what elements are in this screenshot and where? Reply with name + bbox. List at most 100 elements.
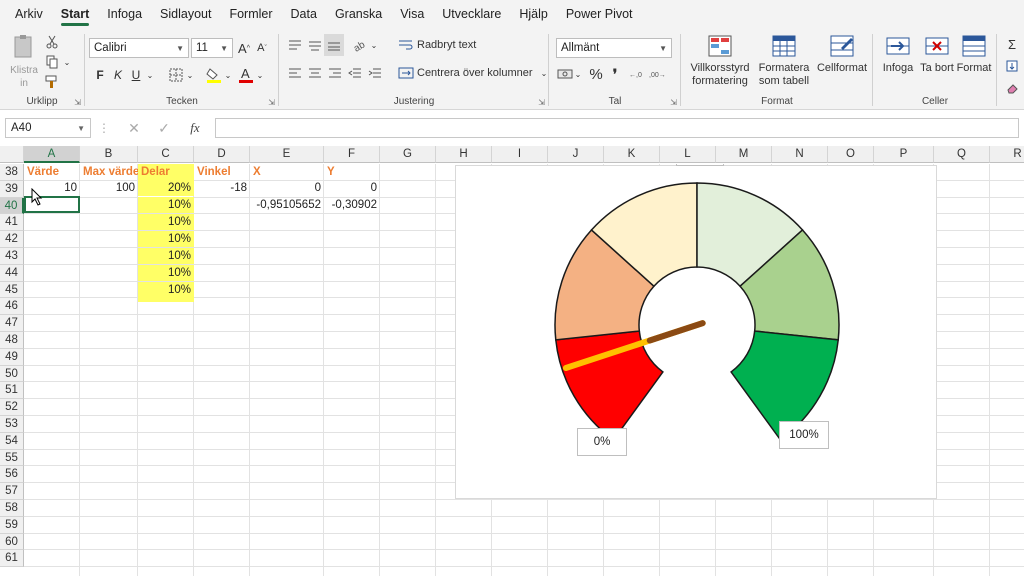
increase-indent-icon[interactable] — [366, 64, 384, 82]
currency-icon[interactable] — [556, 65, 574, 83]
gauge-min-label[interactable]: 0% — [577, 428, 627, 456]
cell-e39[interactable]: 0 — [250, 180, 324, 196]
menu-formler[interactable]: Formler — [220, 0, 281, 28]
format-as-table-button[interactable]: Formatera som tabell — [754, 34, 814, 88]
row-header-59[interactable]: 59 — [0, 516, 24, 534]
align-bottom-icon[interactable] — [324, 34, 344, 56]
name-box[interactable]: A40 ▼ — [5, 118, 91, 138]
column-header-l[interactable]: L — [660, 146, 716, 163]
column-header-c[interactable]: C — [138, 146, 194, 163]
row-header-54[interactable]: 54 — [0, 432, 24, 450]
gauge-segment[interactable] — [554, 330, 664, 441]
column-header-m[interactable]: M — [716, 146, 772, 163]
row-header-58[interactable]: 58 — [0, 500, 24, 517]
cell-e38[interactable]: X — [250, 164, 324, 180]
row-header-56[interactable]: 56 — [0, 466, 24, 484]
menu-visa[interactable]: Visa — [391, 0, 433, 28]
alignment-launcher-icon[interactable]: ⇲ — [538, 98, 545, 107]
menu-utvecklare[interactable]: Utvecklare — [433, 0, 510, 28]
row-header-48[interactable]: 48 — [0, 332, 24, 349]
borders-dropdown-icon[interactable]: ⌄ — [186, 65, 194, 85]
cell-f40[interactable]: -0,30902 — [324, 197, 380, 213]
comma-button[interactable]: ❜ — [608, 64, 622, 84]
menu-granska[interactable]: Granska — [326, 0, 391, 28]
row-header-43[interactable]: 43 — [0, 248, 24, 265]
cell-c43[interactable]: 10% — [138, 248, 194, 264]
chart-handle[interactable] — [676, 164, 724, 166]
column-header-k[interactable]: K — [604, 146, 660, 163]
cell-a38[interactable]: Värde — [24, 164, 80, 180]
gauge-chart[interactable]: 0% 100% — [455, 164, 937, 499]
paste-button[interactable]: Klistra in — [6, 34, 42, 90]
row-header-61[interactable]: 61 — [0, 550, 24, 568]
decrease-font-icon[interactable]: Aˇ — [254, 38, 270, 58]
cell-c40[interactable]: 10% — [138, 197, 194, 213]
fill-icon[interactable] — [1004, 58, 1020, 74]
increase-font-icon[interactable]: A ^ — [236, 38, 252, 58]
column-header-j[interactable]: J — [548, 146, 604, 163]
align-top-icon[interactable] — [286, 36, 304, 54]
cell-f39[interactable]: 0 — [324, 180, 380, 196]
underline-dropdown-icon[interactable]: ⌄ — [146, 65, 154, 85]
row-header-40[interactable]: 40 — [0, 197, 24, 215]
column-header-d[interactable]: D — [194, 146, 250, 163]
row-header-44[interactable]: 44 — [0, 264, 24, 282]
row-header-60[interactable]: 60 — [0, 533, 24, 551]
row-header-55[interactable]: 55 — [0, 449, 24, 467]
cell-c38[interactable]: Delar — [138, 164, 194, 180]
cell-f38[interactable]: Y — [324, 164, 380, 180]
column-header-i[interactable]: I — [492, 146, 548, 163]
column-header-n[interactable]: N — [772, 146, 828, 163]
number-launcher-icon[interactable]: ⇲ — [670, 98, 677, 107]
merge-center-button[interactable]: Centrera över kolumner ⌄ — [398, 64, 547, 82]
column-header-p[interactable]: P — [874, 146, 934, 163]
wrap-text-button[interactable]: Radbryt text — [398, 36, 476, 54]
font-color-dropdown-icon[interactable]: ⌄ — [256, 65, 264, 85]
insert-cells-button[interactable]: Infoga — [878, 34, 918, 75]
underline-button[interactable]: U — [128, 65, 144, 85]
menu-hjalp[interactable]: Hjälp — [510, 0, 557, 28]
row-header-41[interactable]: 41 — [0, 214, 24, 232]
cut-icon[interactable] — [44, 34, 60, 50]
menu-arkiv[interactable]: Arkiv — [6, 0, 52, 28]
row-header-49[interactable]: 49 — [0, 348, 24, 366]
borders-icon[interactable] — [166, 65, 186, 85]
row-header-50[interactable]: 50 — [0, 365, 24, 383]
decrease-decimal-icon[interactable]: ,00→ — [648, 65, 666, 83]
number-format-select[interactable]: Allmänt ▼ — [556, 38, 672, 58]
menu-power-pivot[interactable]: Power Pivot — [557, 0, 642, 28]
cell-c45[interactable]: 10% — [138, 282, 194, 298]
select-all-corner[interactable] — [0, 146, 24, 163]
menu-infoga[interactable]: Infoga — [98, 0, 151, 28]
column-header-a[interactable]: A — [24, 146, 80, 163]
font-name-select[interactable]: Calibri ▼ — [89, 38, 189, 58]
delete-cells-button[interactable]: Ta bort — [918, 34, 956, 75]
cell-c42[interactable]: 10% — [138, 231, 194, 247]
cell-c44[interactable]: 10% — [138, 265, 194, 281]
column-header-r[interactable]: R — [990, 146, 1024, 163]
row-header-51[interactable]: 51 — [0, 382, 24, 400]
autosum-icon[interactable]: Σ — [1004, 36, 1020, 52]
column-header-o[interactable]: O — [828, 146, 874, 163]
italic-button[interactable]: K — [110, 65, 126, 85]
menu-sidlayout[interactable]: Sidlayout — [151, 0, 220, 28]
column-header-b[interactable]: B — [80, 146, 138, 163]
row-header-39[interactable]: 39 — [0, 180, 24, 198]
align-right-icon[interactable] — [326, 64, 344, 82]
clear-icon[interactable] — [1004, 80, 1020, 96]
percent-button[interactable]: % — [588, 64, 604, 84]
bold-button[interactable]: F — [92, 65, 108, 85]
column-header-f[interactable]: F — [324, 146, 380, 163]
orientation-icon[interactable]: ab — [350, 36, 370, 54]
font-color-icon[interactable]: A — [236, 65, 256, 85]
increase-decimal-icon[interactable]: ←,0 — [628, 65, 646, 83]
menu-start[interactable]: Start — [52, 0, 98, 28]
align-middle-icon[interactable] — [306, 36, 324, 54]
format-painter-icon[interactable] — [44, 74, 60, 90]
row-header-57[interactable]: 57 — [0, 483, 24, 500]
column-header-e[interactable]: E — [250, 146, 324, 163]
row-header-47[interactable]: 47 — [0, 315, 24, 332]
decrease-indent-icon[interactable] — [346, 64, 364, 82]
column-header-q[interactable]: Q — [934, 146, 990, 163]
row-header-46[interactable]: 46 — [0, 298, 24, 316]
